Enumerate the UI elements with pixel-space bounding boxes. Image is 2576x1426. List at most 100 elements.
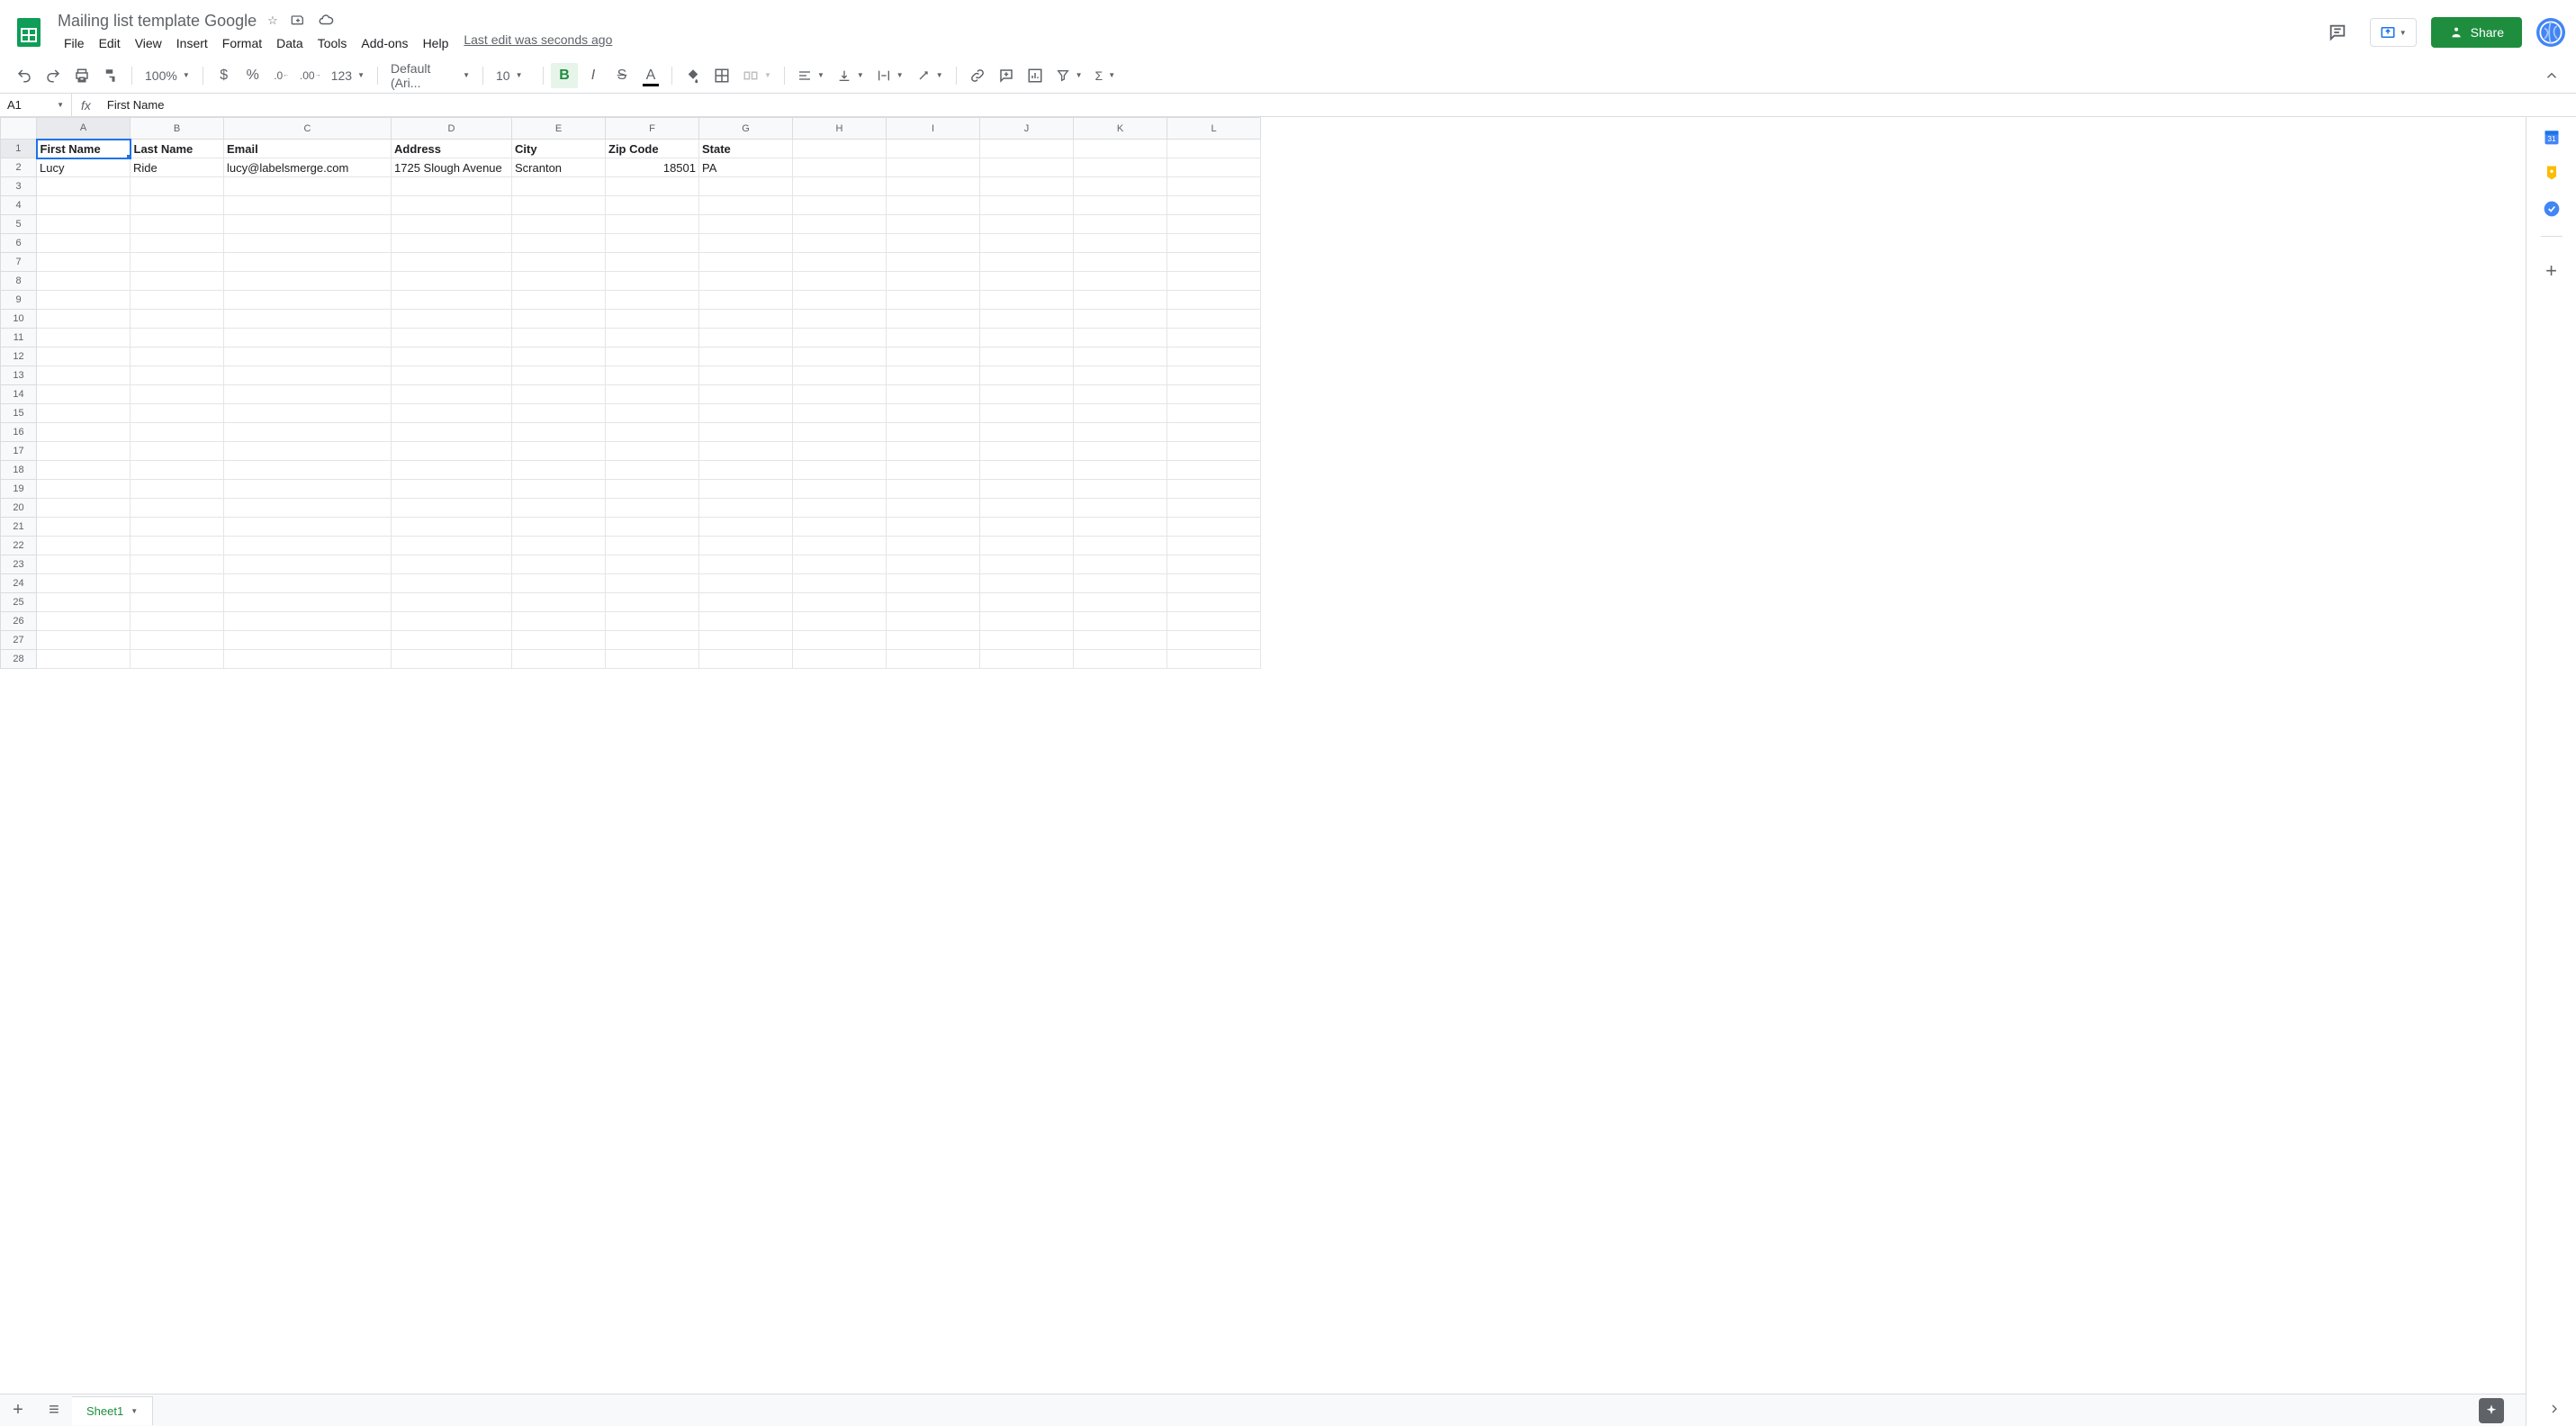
cell[interactable] <box>699 593 793 612</box>
cell[interactable] <box>606 574 699 593</box>
cell[interactable]: lucy@labelsmerge.com <box>224 158 392 177</box>
row-header[interactable]: 19 <box>1 480 37 499</box>
row-header[interactable]: 11 <box>1 329 37 347</box>
cell[interactable] <box>131 593 224 612</box>
cell[interactable] <box>887 499 980 518</box>
sheet-tab-sheet1[interactable]: Sheet1 ▼ <box>72 1396 153 1425</box>
borders-button[interactable] <box>708 63 735 88</box>
cell[interactable] <box>1167 215 1261 234</box>
column-header[interactable]: A <box>37 118 131 140</box>
cell[interactable] <box>793 537 887 555</box>
cell[interactable] <box>512 366 606 385</box>
cell[interactable] <box>131 329 224 347</box>
row-header[interactable]: 12 <box>1 347 37 366</box>
zoom-select[interactable]: 100%▼ <box>140 68 195 83</box>
cell[interactable] <box>37 291 131 310</box>
cell[interactable] <box>224 291 392 310</box>
cell[interactable] <box>793 366 887 385</box>
cell[interactable] <box>887 518 980 537</box>
cell[interactable]: Lucy <box>37 158 131 177</box>
cell[interactable]: State <box>699 140 793 158</box>
cell[interactable] <box>37 461 131 480</box>
cell[interactable] <box>793 480 887 499</box>
row-header[interactable]: 14 <box>1 385 37 404</box>
cell[interactable] <box>392 423 512 442</box>
cell[interactable] <box>512 347 606 366</box>
cell[interactable] <box>606 593 699 612</box>
cell[interactable] <box>1074 291 1167 310</box>
cell[interactable] <box>1167 404 1261 423</box>
cell[interactable] <box>512 537 606 555</box>
cell[interactable]: Zip Code <box>606 140 699 158</box>
cell[interactable] <box>224 499 392 518</box>
cell[interactable] <box>793 404 887 423</box>
row-header[interactable]: 9 <box>1 291 37 310</box>
cell[interactable] <box>1074 461 1167 480</box>
row-header[interactable]: 27 <box>1 631 37 650</box>
cell[interactable] <box>224 555 392 574</box>
cell[interactable] <box>699 291 793 310</box>
cell[interactable] <box>606 631 699 650</box>
cell[interactable] <box>1167 196 1261 215</box>
cell[interactable] <box>1167 234 1261 253</box>
cell[interactable] <box>606 234 699 253</box>
cell[interactable] <box>887 347 980 366</box>
filter-button[interactable]: ▼ <box>1050 68 1088 83</box>
cell[interactable] <box>224 196 392 215</box>
decrease-decimal-button[interactable]: .0← <box>268 63 295 88</box>
cell[interactable] <box>887 385 980 404</box>
cell[interactable]: 1725 Slough Avenue <box>392 158 512 177</box>
cell[interactable] <box>1167 574 1261 593</box>
cell[interactable] <box>512 385 606 404</box>
cell[interactable] <box>37 272 131 291</box>
cell[interactable] <box>793 234 887 253</box>
cell[interactable] <box>512 480 606 499</box>
cell[interactable] <box>887 158 980 177</box>
cell[interactable] <box>793 461 887 480</box>
insert-comment-button[interactable] <box>993 63 1020 88</box>
cell[interactable] <box>1074 158 1167 177</box>
cell[interactable] <box>887 196 980 215</box>
cell[interactable] <box>224 347 392 366</box>
cell[interactable] <box>699 272 793 291</box>
cell[interactable] <box>1167 158 1261 177</box>
cell[interactable] <box>392 518 512 537</box>
calendar-icon[interactable]: 31 <box>2543 128 2561 146</box>
italic-button[interactable]: I <box>580 63 607 88</box>
more-formats-select[interactable]: 123▼ <box>326 68 370 83</box>
cell[interactable] <box>131 385 224 404</box>
cell[interactable] <box>606 518 699 537</box>
all-sheets-button[interactable]: ≡ <box>36 1394 72 1426</box>
cell[interactable] <box>606 253 699 272</box>
menu-insert[interactable]: Insert <box>170 32 214 54</box>
cell[interactable] <box>606 537 699 555</box>
cell[interactable] <box>699 385 793 404</box>
cell[interactable] <box>512 177 606 196</box>
cell[interactable] <box>37 574 131 593</box>
cell[interactable] <box>224 423 392 442</box>
cell[interactable] <box>887 442 980 461</box>
cell[interactable] <box>392 177 512 196</box>
cell[interactable] <box>606 272 699 291</box>
cell[interactable] <box>392 366 512 385</box>
cell[interactable] <box>1167 461 1261 480</box>
cell[interactable] <box>1074 518 1167 537</box>
cell[interactable] <box>392 385 512 404</box>
cell[interactable] <box>1167 291 1261 310</box>
last-edit-link[interactable]: Last edit was seconds ago <box>464 32 612 54</box>
cell[interactable] <box>224 404 392 423</box>
cell[interactable] <box>980 347 1074 366</box>
cell[interactable] <box>512 499 606 518</box>
increase-decimal-button[interactable]: .00→ <box>297 63 324 88</box>
cell[interactable] <box>224 253 392 272</box>
cell[interactable] <box>793 574 887 593</box>
cell[interactable] <box>699 555 793 574</box>
cell[interactable] <box>793 329 887 347</box>
cell[interactable] <box>980 537 1074 555</box>
cell[interactable] <box>392 574 512 593</box>
cell[interactable] <box>699 234 793 253</box>
cell[interactable] <box>392 215 512 234</box>
cell[interactable] <box>887 215 980 234</box>
cell[interactable] <box>131 518 224 537</box>
bold-button[interactable]: B <box>551 63 578 88</box>
